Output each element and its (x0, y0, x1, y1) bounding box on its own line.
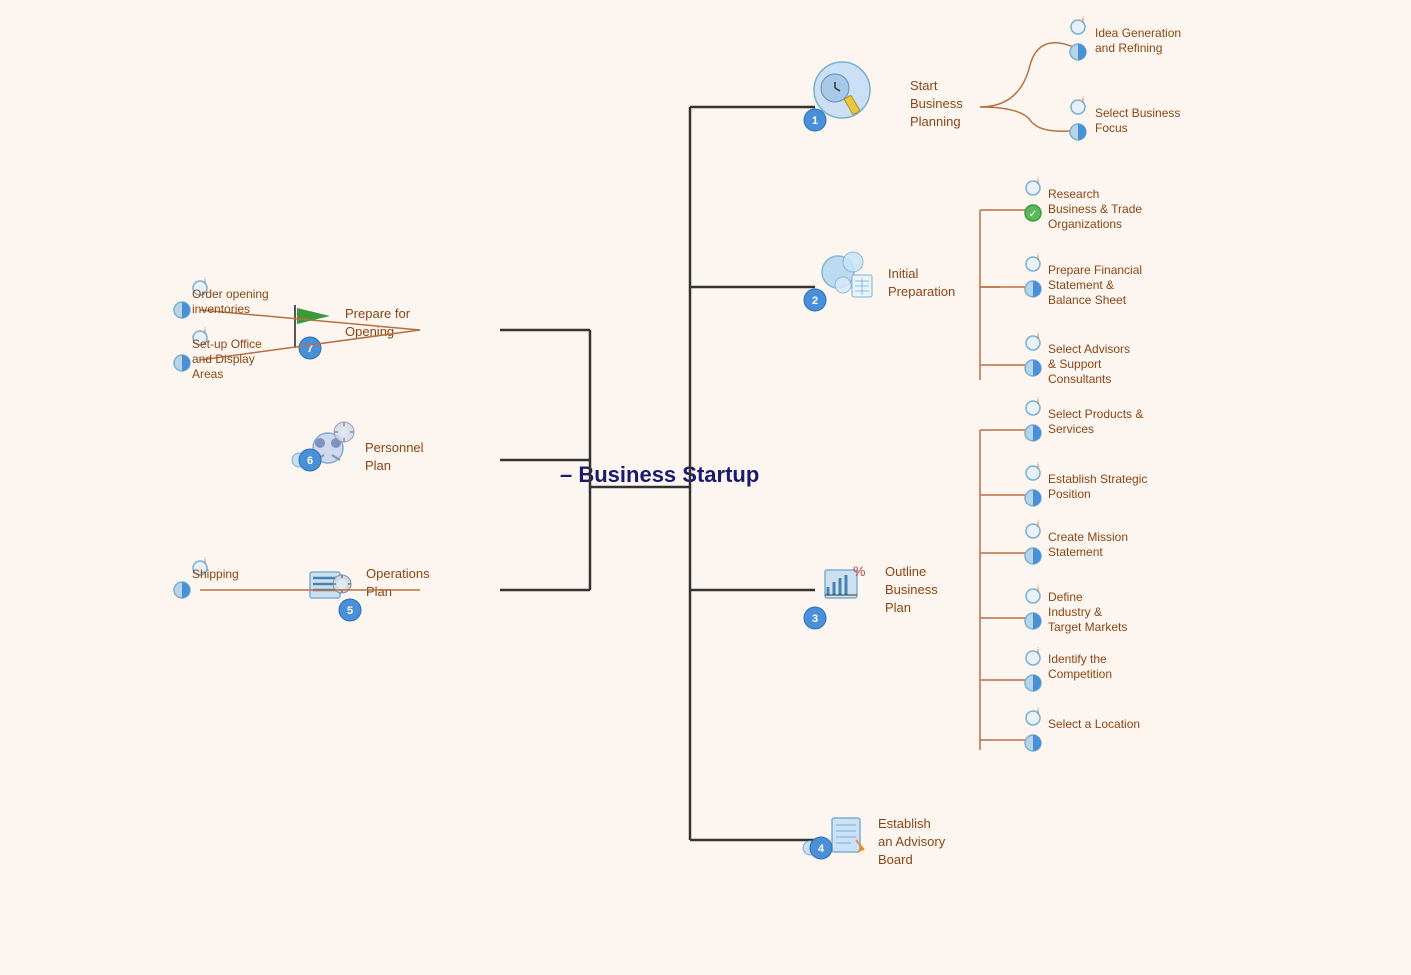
sub-industry: Define (1048, 590, 1083, 604)
label-advisory3: Board (878, 852, 913, 867)
svg-text:i: i (1037, 584, 1039, 594)
sub-mission: Create Mission (1048, 530, 1128, 544)
label-personnel: Personnel (365, 440, 424, 455)
label-advisory2: an Advisory (878, 834, 946, 849)
svg-text:i: i (1037, 646, 1039, 656)
label-start-business3: Planning (910, 114, 961, 129)
svg-text:i: i (1037, 396, 1039, 406)
sub-advisors3: Consultants (1048, 372, 1111, 386)
sub-idea-gen2: and Refining (1095, 41, 1162, 55)
sub-location: Select a Location (1048, 717, 1140, 731)
sub-financial3: Balance Sheet (1048, 293, 1127, 307)
label-start-business: Start (910, 78, 938, 93)
sub-office3: Areas (192, 367, 223, 381)
label-outline2: Business (885, 582, 938, 597)
svg-text:✓: ✓ (1029, 209, 1037, 220)
sub-strategic2: Position (1048, 487, 1091, 501)
label-initial-prep2: Preparation (888, 284, 955, 299)
sub-financial: Prepare Financial (1048, 263, 1142, 277)
label-prepare: Prepare for (345, 306, 411, 321)
svg-text:5: 5 (347, 605, 353, 617)
svg-text:i: i (1037, 461, 1039, 471)
label-start-business2: Business (910, 96, 963, 111)
svg-text:i: i (1037, 519, 1039, 529)
svg-text:i: i (1082, 95, 1084, 105)
svg-text:i: i (204, 556, 206, 566)
label-operations: Operations (366, 566, 430, 581)
sub-mission2: Statement (1048, 545, 1103, 559)
sub-industry3: Target Markets (1048, 620, 1127, 634)
label-operations2: Plan (366, 584, 392, 599)
svg-text:i: i (1037, 176, 1039, 186)
sub-inventory: Order opening (192, 287, 269, 301)
svg-text:4: 4 (818, 843, 825, 855)
sub-research2: Business & Trade (1048, 202, 1142, 216)
sub-shipping: Shipping (192, 567, 239, 581)
svg-text:1: 1 (812, 115, 818, 127)
sub-strategic: Establish Strategic (1048, 472, 1147, 486)
svg-text:i: i (204, 276, 206, 286)
sub-idea-gen: Idea Generation (1095, 26, 1181, 40)
svg-text:%: % (853, 563, 865, 579)
svg-text:i: i (1037, 331, 1039, 341)
sub-office: Set-up Office (192, 337, 262, 351)
svg-text:i: i (1037, 252, 1039, 262)
sub-financial2: Statement & (1048, 278, 1114, 292)
sub-industry2: Industry & (1048, 605, 1102, 619)
sub-competition: Identify the (1048, 652, 1107, 666)
svg-text:2: 2 (812, 295, 818, 307)
svg-text:i: i (204, 326, 206, 336)
label-advisory: Establish (878, 816, 931, 831)
sub-research: Research (1048, 187, 1099, 201)
label-outline: Outline (885, 564, 926, 579)
sub-products: Select Products & (1048, 407, 1143, 421)
svg-text:i: i (1037, 706, 1039, 716)
sub-research3: Organizations (1048, 217, 1122, 231)
label-initial-prep: Initial (888, 266, 918, 281)
label-personnel2: Plan (365, 458, 391, 473)
svg-text:6: 6 (307, 455, 313, 467)
label-outline3: Plan (885, 600, 911, 615)
sub-advisors2: & Support (1048, 357, 1102, 371)
sub-products2: Services (1048, 422, 1094, 436)
svg-text:3: 3 (812, 613, 818, 625)
sub-select-biz2: Focus (1095, 121, 1128, 135)
svg-text:i: i (1082, 15, 1084, 25)
sub-advisors: Select Advisors (1048, 342, 1130, 356)
sub-select-biz: Select Business (1095, 106, 1180, 120)
sub-office2: and Display (192, 352, 255, 366)
sub-inventory2: inventories (192, 302, 250, 316)
sub-competition2: Competition (1048, 667, 1112, 681)
